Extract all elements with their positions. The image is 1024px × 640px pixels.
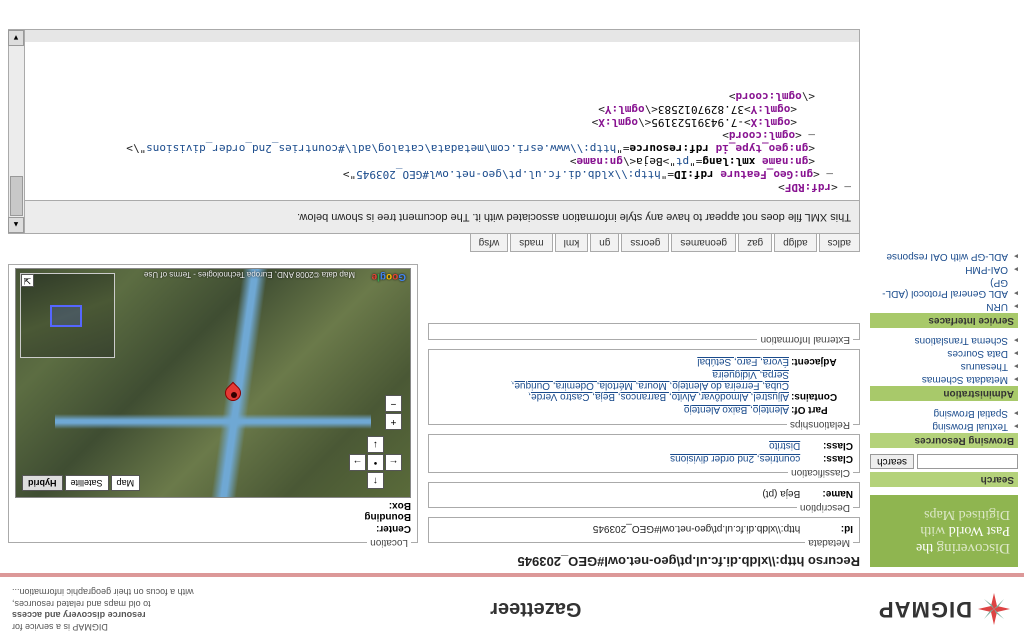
map-attribution: Map data ©2008 AND, Europa Technologies …: [144, 270, 355, 279]
tab-gn[interactable]: gn: [590, 234, 619, 252]
pan-down-button[interactable]: ↓: [367, 436, 384, 453]
app-header: DIGMAP Gazetteer DIGMAP is a service for…: [0, 573, 1024, 640]
sidebar-item-adl-gp[interactable]: ADL General Protocol (ADL-GP): [870, 276, 1018, 300]
map-nav-controls: ↑ ← • → ↓: [349, 395, 402, 489]
class-link-2[interactable]: Distrito: [769, 440, 800, 451]
resource-title: Recurso http:\\xldb.di.fc.ul.pt\geo-net.…: [8, 554, 860, 569]
sidebar-item-adlgp-oai[interactable]: ADL-GP with OAI response: [870, 250, 1018, 263]
search-input[interactable]: [917, 454, 1018, 469]
inset-viewport-icon: [50, 305, 82, 327]
sidebar-services-title: Service Interfaces: [870, 313, 1018, 328]
xml-panel: This XML file does not appear to have an…: [8, 29, 860, 234]
promo-box: Discovering the Past World with Digitise…: [870, 495, 1018, 567]
scrollbar[interactable]: ▴ ▾: [9, 30, 25, 233]
sidebar-item-spatial-browsing[interactable]: Spatial Browsing: [870, 407, 1018, 420]
search-button[interactable]: search: [870, 454, 914, 469]
tab-gaz[interactable]: gaz: [738, 234, 772, 252]
map-type-map[interactable]: Map: [111, 475, 141, 491]
tab-adlgp[interactable]: adlgp: [774, 234, 816, 252]
tab-adlcs[interactable]: adlcs: [819, 234, 860, 252]
tagline: DIGMAP is a service for resource discove…: [12, 585, 194, 632]
external-fieldset: External Information: [428, 323, 860, 345]
partof-links[interactable]: Alentejo, Baixo Alentejo: [684, 404, 789, 415]
zoom-out-button[interactable]: −: [385, 395, 402, 412]
map-type-satellite[interactable]: Satellite: [65, 475, 109, 491]
compass-rose-icon: [976, 591, 1012, 627]
scroll-down-button[interactable]: ▾: [8, 30, 24, 46]
zoom-in-button[interactable]: +: [385, 413, 402, 430]
map[interactable]: ↑ ← • → ↓: [15, 268, 411, 498]
scroll-up-button[interactable]: ▴: [8, 217, 24, 233]
inset-toggle-button[interactable]: ⇲: [21, 274, 34, 287]
page-title-wrap: Gazetteer: [194, 597, 878, 620]
sidebar-item-schema-translations[interactable]: Schema Translations: [870, 334, 1018, 347]
tab-geonames[interactable]: geonames: [671, 234, 736, 252]
pan-up-button[interactable]: ↑: [367, 472, 384, 489]
tab-wfsg[interactable]: wfsg: [470, 234, 509, 252]
scroll-thumb[interactable]: [10, 176, 23, 216]
sidebar-search-title: Search: [870, 472, 1018, 487]
format-tabs: adlcs adlgp gaz geonames georss gn kml m…: [8, 234, 860, 252]
tab-kml[interactable]: kml: [555, 234, 589, 252]
pan-right-button[interactable]: →: [349, 454, 366, 471]
inset-map[interactable]: ⇲: [20, 273, 115, 358]
sidebar-item-thesaurus[interactable]: Thesaurus: [870, 360, 1018, 373]
map-type-hybrid[interactable]: Hybrid: [22, 475, 63, 491]
adjacent-links[interactable]: Évora, Faro, Setúbal: [697, 356, 789, 367]
sidebar-item-data-sources[interactable]: Data Sources: [870, 347, 1018, 360]
recenter-button[interactable]: •: [367, 454, 384, 471]
metadata-fieldset: Metadata Id: http:\\xldb.di.fc.ul.pt\geo…: [428, 517, 860, 548]
content: Recurso http:\\xldb.di.fc.ul.pt\geo-net.…: [0, 25, 864, 573]
location-fieldset: Location Center: Bounding Box: ↑: [8, 264, 418, 548]
pan-left-button[interactable]: ←: [385, 454, 402, 471]
description-fieldset: Description Name: Beja (pt): [428, 482, 860, 513]
sidebar-browsing-title: Browsing Resources: [870, 433, 1018, 448]
class-link-1[interactable]: countries, 2nd order divisions: [670, 453, 800, 464]
sidebar-admin-title: Administration: [870, 386, 1018, 401]
sidebar-item-textual-browsing[interactable]: Textual Browsing: [870, 420, 1018, 433]
relationships-fieldset: Relationships Part Of:Alentejo, Baixo Al…: [428, 349, 860, 430]
logo: DIGMAP: [878, 591, 1012, 627]
tab-mads[interactable]: mads: [510, 234, 552, 252]
logo-text: DIGMAP: [878, 596, 972, 622]
classification-fieldset: Classification Class: countries, 2nd ord…: [428, 434, 860, 478]
tab-georss[interactable]: georss: [621, 234, 669, 252]
sidebar-item-urn[interactable]: URN: [870, 300, 1018, 313]
page-title: Gazetteer: [194, 597, 878, 620]
sidebar-item-metadata-schemas[interactable]: Metadata Schemas: [870, 373, 1018, 386]
xml-tree: – <rdf:RDF> – <gn:Geo_Feature rdf:ID="ht…: [25, 42, 859, 200]
google-logo: Google: [372, 271, 406, 282]
map-marker-icon: [227, 380, 241, 402]
sidebar-item-oai-pmh[interactable]: OAI-PMH: [870, 263, 1018, 276]
contains-links[interactable]: Aljustrel, Almodôvar, Alvito, Barrancos,…: [512, 369, 789, 402]
xml-notice: This XML file does not appear to have an…: [25, 200, 859, 233]
sidebar: Discovering the Past World with Digitise…: [864, 25, 1024, 573]
